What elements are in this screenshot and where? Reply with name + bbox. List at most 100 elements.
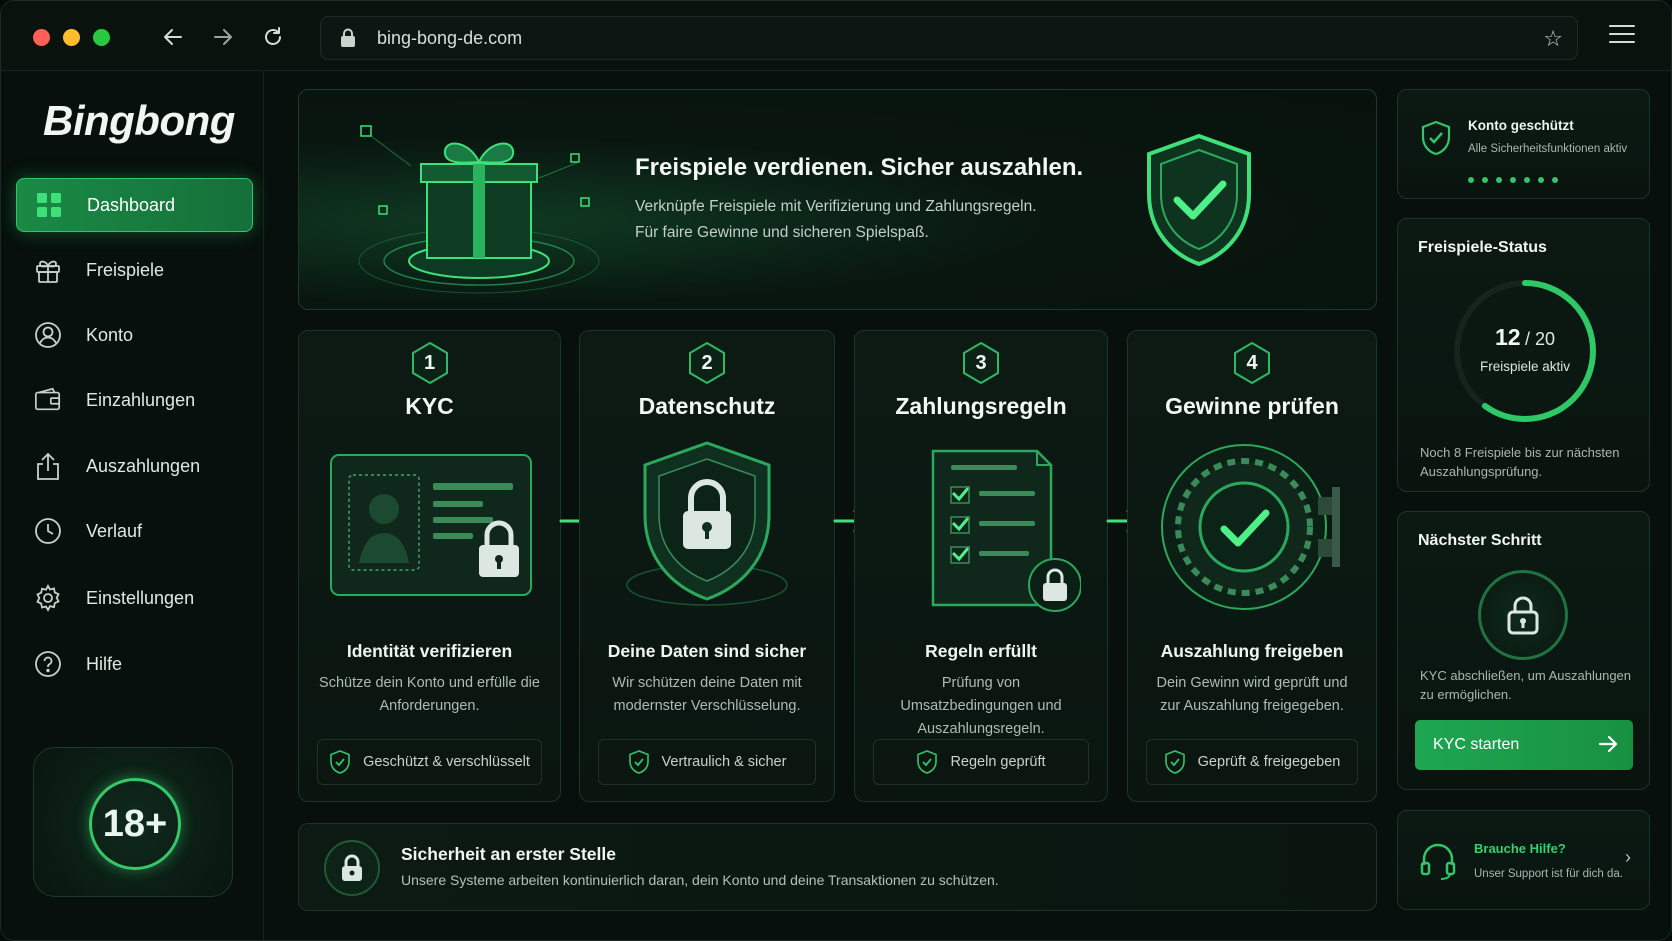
protected-subtitle: Alle Sicherheitsfunktionen aktiv: [1468, 143, 1628, 155]
user-icon: [34, 321, 62, 349]
sidebar-item-hilfe[interactable]: Hilfe: [16, 637, 253, 691]
hamburger-menu-icon[interactable]: [1609, 25, 1635, 47]
shield-lock-icon: [580, 435, 834, 625]
gear-icon: [34, 584, 62, 612]
wallet-icon: [34, 386, 62, 414]
close-window-button[interactable]: [33, 29, 50, 46]
sidebar-item-label: Auszahlungen: [86, 455, 201, 476]
security-dots: [1468, 170, 1566, 188]
sidebar-item-label: Hilfe: [86, 653, 123, 674]
status-heading: Freispiele-Status: [1418, 239, 1547, 256]
status-footnote: Noch 8 Freispiele bis zur nächsten Ausza…: [1420, 445, 1620, 479]
checklist-document-icon: [855, 435, 1107, 625]
next-step-description: KYC abschließen, um Auszahlungen zu ermö…: [1420, 668, 1632, 702]
shield-check-icon: [1421, 120, 1451, 156]
step-title: Datenschutz: [638, 393, 776, 419]
id-card-icon: [299, 435, 560, 625]
step-description: Schütze dein Konto und erfülle die Anfor…: [319, 675, 540, 714]
lock-icon: [339, 28, 357, 53]
next-step-card: Nächster Schritt KYC abschließen, um Aus…: [1397, 511, 1650, 790]
lock-icon: [324, 840, 380, 896]
step-status-badge: Geprüft & freigegeben: [1146, 739, 1358, 785]
brand-logo[interactable]: Bingbong: [43, 97, 235, 145]
age-badge-label: 18+: [89, 778, 181, 870]
shield-check-icon: [1139, 130, 1259, 275]
sidebar-item-label: Verlauf: [86, 520, 143, 541]
vault-check-icon: [1128, 435, 1376, 625]
bookmark-star-icon[interactable]: ☆: [1543, 26, 1563, 52]
sidebar-item-label: Freispiele: [86, 259, 165, 280]
next-step-heading: Nächster Schritt: [1418, 532, 1542, 549]
sidebar-item-label: Einstellungen: [86, 587, 195, 608]
clock-icon: [34, 517, 62, 545]
sidebar-item-verlauf[interactable]: Verlauf: [16, 504, 253, 558]
help-card[interactable]: Brauche Hilfe? Unser Support ist für dic…: [1397, 810, 1650, 910]
step-status-badge: Vertraulich & sicher: [598, 739, 816, 785]
step-status-badge: Regeln geprüft: [873, 739, 1089, 785]
back-icon[interactable]: [157, 21, 189, 53]
protected-title: Konto geschützt: [1468, 118, 1574, 133]
kyc-start-label: KYC starten: [1433, 736, 1520, 753]
kyc-start-button[interactable]: KYC starten: [1415, 720, 1633, 770]
step-status-badge: Geschützt & verschlüsselt: [317, 739, 542, 785]
headset-icon: [1420, 843, 1456, 880]
sidebar-item-konto[interactable]: Konto: [16, 308, 253, 362]
step-description: Wir schützen deine Daten mit modernster …: [612, 675, 802, 714]
account-protected-card: Konto geschützt Alle Sicherheitsfunktion…: [1397, 89, 1650, 199]
help-title: Brauche Hilfe?: [1474, 841, 1566, 856]
step-title: Gewinne prüfen: [1165, 393, 1339, 419]
status-total: / 20: [1525, 329, 1556, 349]
shield-check-icon: [1164, 750, 1185, 774]
maximize-window-button[interactable]: [93, 29, 110, 46]
hero-line-1: Verknüpfe Freispiele mit Verifizierung u…: [635, 198, 1037, 215]
sidebar-item-freispiele[interactable]: Freispiele: [16, 243, 253, 297]
step-number-badge: 4: [1232, 341, 1272, 385]
address-bar[interactable]: bing-bong-de.com ☆: [320, 16, 1578, 60]
step-subtitle: Regeln erfüllt: [925, 641, 1037, 661]
freispiele-status-card: Freispiele-Status 12 / 20 Freispiele akt…: [1397, 218, 1650, 492]
step-subtitle: Identität verifizieren: [346, 641, 513, 661]
sidebar-item-einzahlungen[interactable]: Einzahlungen: [16, 373, 253, 427]
step-subtitle: Auszahlung freigeben: [1160, 641, 1344, 661]
step-card-kyc: 1 KYC Identität verifizieren Schütze dei…: [298, 330, 561, 802]
step-description: Prüfung von Umsatzbedingungen und Auszah…: [900, 675, 1062, 737]
step-card-gewinne-pruefen: 4 Gewinne prüfen Auszahlung freigeben De…: [1127, 330, 1377, 802]
step-number-badge: 1: [410, 341, 450, 385]
help-subtitle: Unser Support ist für dich da.: [1474, 868, 1623, 880]
gift-illustration-icon: [349, 106, 609, 309]
status-caption: Freispiele aktiv: [1479, 359, 1571, 374]
age-restriction-badge: 18+: [33, 747, 233, 897]
banner-description: Unsere Systeme arbeiten kontinuierlich d…: [401, 872, 999, 888]
browser-toolbar: bing-bong-de.com ☆: [1, 1, 1671, 71]
security-banner: Sicherheit an erster Stelle Unsere Syste…: [298, 823, 1377, 911]
lock-icon: [1478, 570, 1568, 660]
browser-window: bing-bong-de.com ☆ Bingbong Dashboard Fr…: [0, 0, 1672, 941]
minimize-window-button[interactable]: [63, 29, 80, 46]
step-card-datenschutz: 2 Datenschutz Deine Daten sind sicher Wi…: [579, 330, 835, 802]
arrow-right-icon: [1598, 735, 1618, 753]
shield-check-icon: [917, 750, 938, 774]
sidebar-item-auszahlungen[interactable]: Auszahlungen: [16, 439, 253, 493]
step-title: Zahlungsregeln: [895, 393, 1067, 419]
sidebar-item-einstellungen[interactable]: Einstellungen: [16, 571, 253, 625]
status-current: 12: [1494, 324, 1521, 350]
sidebar-item-label: Konto: [86, 324, 134, 345]
step-number-badge: 2: [687, 341, 727, 385]
hero-line-2: Für faire Gewinne und sicheren Spielspaß…: [635, 224, 929, 241]
upload-icon: [34, 452, 62, 480]
step-card-zahlungsregeln: 3 Zahlungsregeln Regeln erfüllt Prüfung …: [854, 330, 1108, 802]
url-text: bing-bong-de.com: [377, 28, 523, 48]
sidebar-item-dashboard[interactable]: Dashboard: [16, 178, 253, 232]
forward-icon[interactable]: [207, 21, 239, 53]
shield-check-icon: [628, 750, 649, 774]
banner-title: Sicherheit an erster Stelle: [401, 844, 616, 864]
sidebar-item-label: Einzahlungen: [86, 389, 196, 410]
hero-description: Verknüpfe Freispiele mit Verifizierung u…: [635, 194, 1095, 246]
grid-icon: [35, 191, 63, 219]
gift-icon: [34, 256, 62, 284]
step-description: Dein Gewinn wird geprüft und zur Auszahl…: [1156, 675, 1348, 714]
reload-icon[interactable]: [257, 21, 289, 53]
hero-title: Freispiele verdienen. Sicher auszahlen.: [635, 154, 1084, 181]
step-title: KYC: [405, 393, 454, 419]
step-number-badge: 3: [961, 341, 1001, 385]
